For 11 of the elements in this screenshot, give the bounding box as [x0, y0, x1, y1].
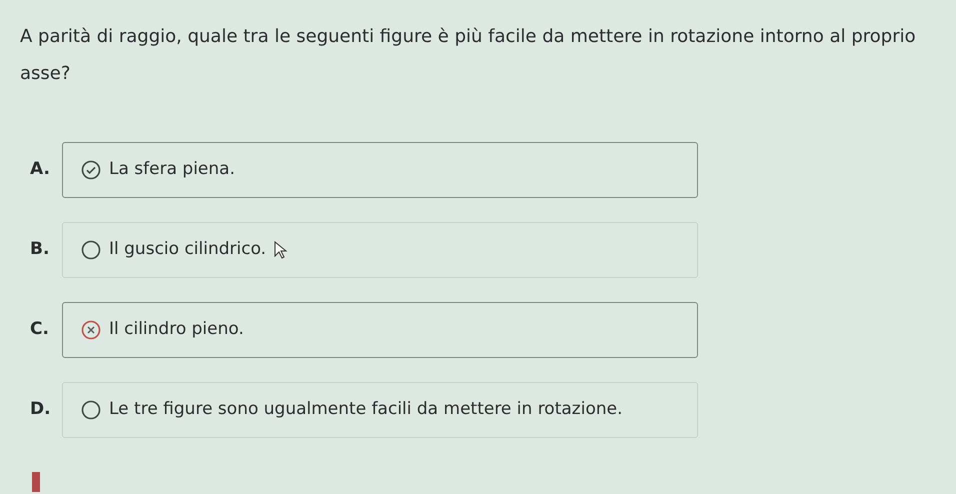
cursor-icon: [274, 241, 288, 259]
option-letter: C.: [29, 318, 50, 342]
answer-option[interactable]: Il guscio cilindrico.: [62, 222, 698, 278]
option-letter: A.: [29, 158, 51, 182]
answer-option[interactable]: La sfera piena.: [62, 142, 698, 198]
option-letter: B.: [29, 238, 50, 262]
question-text: A parità di raggio, quale tra le seguenti figure è più facile da mettere in rotazione intorno al proprio asse?: [19, 25, 917, 86]
option-letter: D.: [29, 398, 52, 422]
answer-option[interactable]: Le tre figure sono ugualmente facili da mettere in rotazione.: [62, 382, 698, 438]
marker-bar: [32, 472, 40, 492]
answer-option[interactable]: Il cilindro pieno.: [62, 302, 698, 358]
